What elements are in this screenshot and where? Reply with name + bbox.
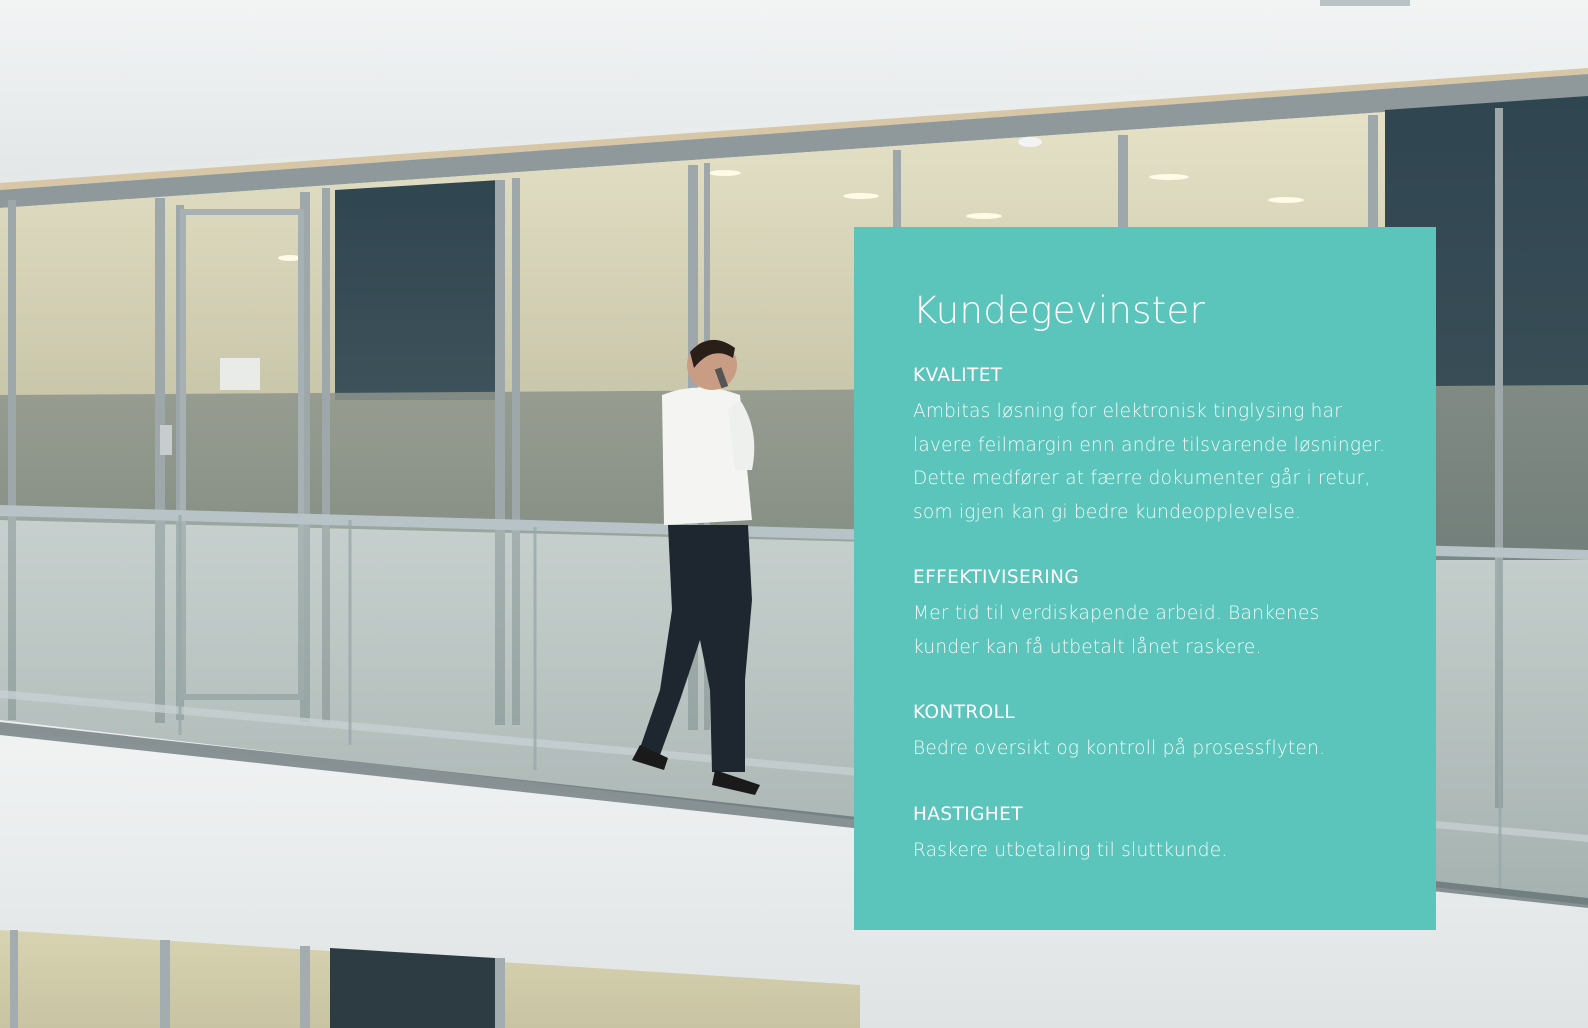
section-heading: EFFEKTIVISERING <box>913 567 1080 588</box>
section-body: Raskere utbetaling til sluttkunde. <box>913 834 1396 868</box>
section-heading: KVALITET <box>913 365 1003 386</box>
section-kontroll: KONTROLL Bedre oversikt og kontroll på p… <box>913 700 1396 766</box>
section-heading: KONTROLL <box>913 702 1016 723</box>
section-effektivisering: EFFEKTIVISERING Mer tid til verdiskapend… <box>913 565 1396 664</box>
body-line: Mer tid til verdiskapende arbeid. Banken… <box>913 603 1320 624</box>
section-kvalitet: KVALITET Ambitas løsning for elektronisk… <box>913 363 1396 529</box>
body-line: Raskere utbetaling til sluttkunde. <box>913 839 1228 861</box>
body-line: kunder kan få utbetalt lånet raskere. <box>913 636 1262 658</box>
body-line: Dette medfører at færre dokumenter går i… <box>913 468 1371 489</box>
body-line: som igjen kan gi bedre kundeopplevelse. <box>913 501 1302 523</box>
section-body: Mer tid til verdiskapende arbeid. Banken… <box>913 597 1396 664</box>
card-title: Kundegevinster <box>913 289 1206 332</box>
section-heading: HASTIGHET <box>913 803 1023 825</box>
section-body: Ambitas løsning for elektronisk tinglysi… <box>913 395 1396 529</box>
body-line: Ambitas løsning for elektronisk tinglysi… <box>913 401 1343 422</box>
section-hastighet: HASTIGHET Raskere utbetaling til sluttku… <box>913 802 1396 868</box>
body-line: lavere feilmargin enn andre tilsvarende … <box>913 434 1386 456</box>
section-body: Bedre oversikt og kontroll på prosessfly… <box>913 732 1396 766</box>
customer-benefits-card: Kundegevinster KVALITET Ambitas løsning … <box>854 227 1436 930</box>
body-line: Bedre oversikt og kontroll på prosessfly… <box>913 738 1326 759</box>
